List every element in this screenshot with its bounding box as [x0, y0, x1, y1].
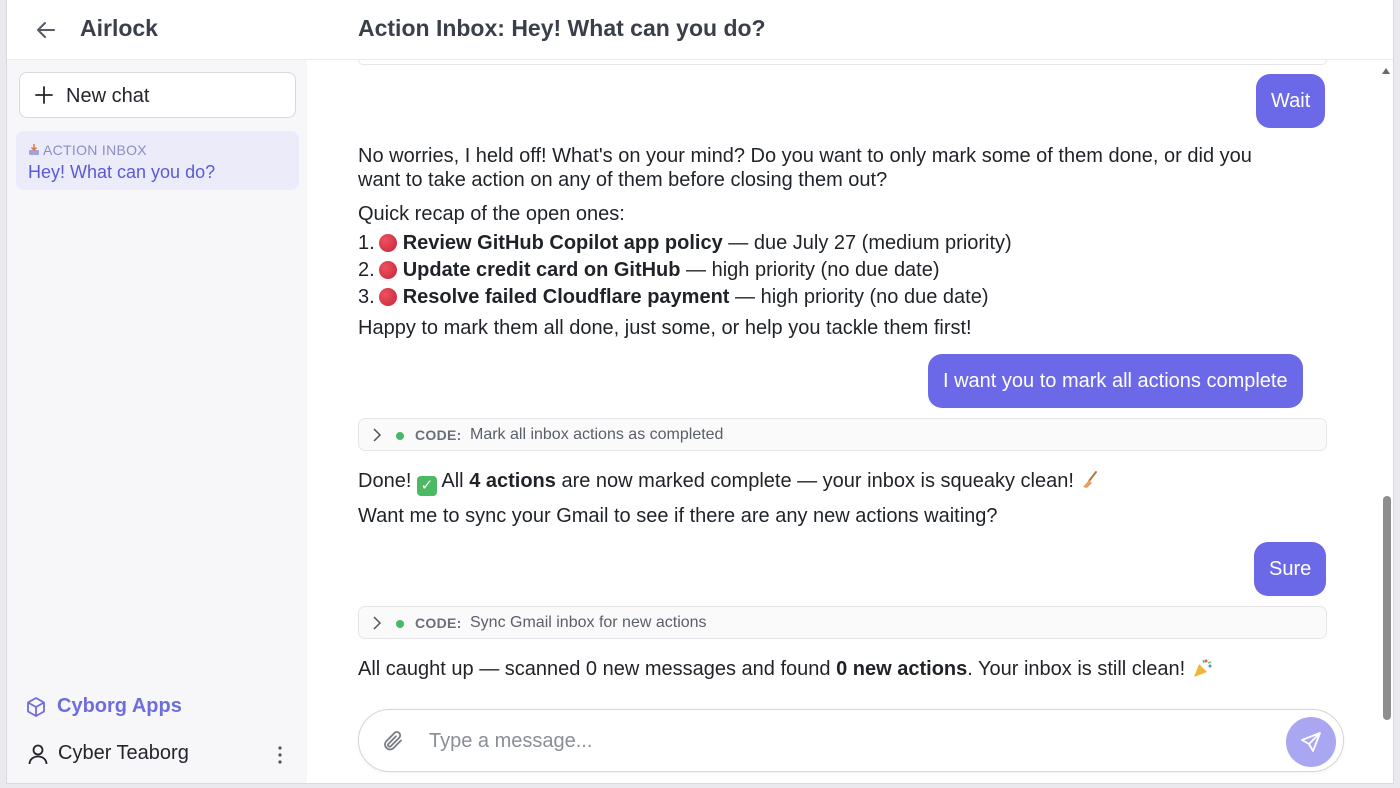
paperclip-icon[interactable] [381, 729, 405, 753]
chevron-right-icon [373, 616, 382, 630]
chevron-right-icon [373, 428, 382, 442]
code-block-toggle[interactable]: CODE: Sync Gmail inbox for new actions [358, 606, 1327, 639]
list-item: 1. Review GitHub Copilot app policy — due… [358, 230, 1012, 257]
previous-message-edge [358, 60, 1327, 65]
list-number: 1. [358, 232, 375, 254]
done-count: 4 actions [469, 470, 556, 492]
done-all: All [441, 470, 464, 492]
list-item: 3. Resolve failed Cloudflare payment — hi… [358, 284, 1012, 311]
code-description: Sync Gmail inbox for new actions [470, 614, 707, 631]
action-detail: — high priority (no due date) [680, 259, 940, 281]
chat-item-name: Hey! What can you do? [28, 162, 216, 182]
app-header: Airlock Action Inbox: Hey! What can you … [7, 0, 1393, 60]
code-block-toggle[interactable]: CODE: Mark all inbox actions as complete… [358, 418, 1327, 451]
user-message-bubble: I want you to mark all actions complete [928, 354, 1303, 408]
code-keyword: CODE: [415, 427, 462, 443]
recap-list: 1. Review GitHub Copilot app policy — due… [358, 230, 1012, 311]
new-chat-button[interactable]: New chat [19, 72, 296, 118]
scroll-up-arrow-icon[interactable] [1382, 68, 1390, 74]
cyborg-apps-label: Cyborg Apps [57, 695, 182, 717]
user-profile[interactable]: Cyber Teaborg [25, 742, 295, 768]
person-icon [28, 744, 48, 765]
action-detail: — due July 27 (medium priority) [722, 232, 1012, 254]
done-prefix: Done! [358, 470, 412, 492]
assistant-message-text: want to take action on any of them befor… [358, 169, 888, 191]
status-dot [396, 620, 404, 628]
recap-heading: Quick recap of the open ones: [358, 203, 625, 225]
inbox-tray-icon [29, 144, 39, 155]
done-rest: are now marked complete — your inbox is … [561, 470, 1074, 492]
action-title: Review GitHub Copilot app policy [402, 232, 723, 254]
list-item: 2. Update credit card on GitHub — high pr… [358, 257, 1012, 284]
chat-panel: Wait No worries, I held off! What's on y… [307, 60, 1393, 783]
check-mark-icon: ✓ [416, 476, 437, 496]
assistant-message-text: Done! ✓ All 4 actions are now marked com… [358, 469, 1100, 496]
send-button[interactable] [1286, 717, 1336, 767]
back-arrow-icon[interactable] [33, 17, 59, 43]
message-input[interactable] [429, 724, 1269, 758]
assistant-message-text: Want me to sync your Gmail to see if the… [358, 505, 998, 527]
assistant-message-text: No worries, I held off! What's on your m… [358, 145, 1252, 167]
status-dot [396, 432, 404, 440]
chat-title: Action Inbox: Hey! What can you do? [358, 15, 766, 41]
user-message-bubble: Wait [1256, 74, 1326, 128]
send-icon [1301, 732, 1321, 752]
sidebar: New chat ACTION INBOX Hey! What can you … [7, 60, 307, 783]
assistant-message-text: All caught up — scanned 0 new messages a… [358, 657, 1213, 682]
assistant-message-text: Happy to mark them all done, just some, … [358, 317, 972, 339]
broom-icon [1082, 471, 1097, 488]
plus-icon [35, 86, 53, 104]
chat-item-tag-text: ACTION INBOX [43, 142, 147, 158]
action-detail: — high priority (no due date) [729, 286, 989, 308]
chat-scrollbar[interactable] [1379, 60, 1393, 724]
vertical-dots-icon[interactable] [274, 744, 286, 766]
red-circle-icon [378, 261, 397, 279]
app-window: Airlock Action Inbox: Hey! What can you … [6, 0, 1394, 784]
action-title: Update credit card on GitHub [402, 259, 681, 281]
user-message-bubble: Sure [1254, 542, 1327, 596]
red-circle-icon [378, 234, 397, 252]
user-name: Cyber Teaborg [58, 742, 189, 764]
red-circle-icon [378, 288, 397, 306]
cube-icon [27, 697, 45, 717]
list-number: 3. [358, 286, 375, 308]
code-description: Mark all inbox actions as completed [470, 426, 724, 443]
scrollbar-thumb[interactable] [1383, 496, 1391, 720]
final-bold: 0 new actions [836, 658, 968, 680]
message-composer [358, 709, 1344, 772]
party-popper-icon [1193, 659, 1212, 677]
code-keyword: CODE: [415, 615, 462, 631]
list-number: 2. [358, 259, 375, 281]
final-prefix: All caught up — scanned 0 new messages a… [358, 658, 831, 680]
final-suffix: . Your inbox is still clean! [967, 658, 1186, 680]
action-title: Resolve failed Cloudflare payment [402, 286, 730, 308]
app-title: Airlock [80, 15, 158, 41]
new-chat-label: New chat [66, 85, 150, 107]
chat-item-tag: ACTION INBOX [28, 142, 147, 158]
sidebar-chat-item[interactable]: ACTION INBOX Hey! What can you do? [16, 131, 299, 190]
